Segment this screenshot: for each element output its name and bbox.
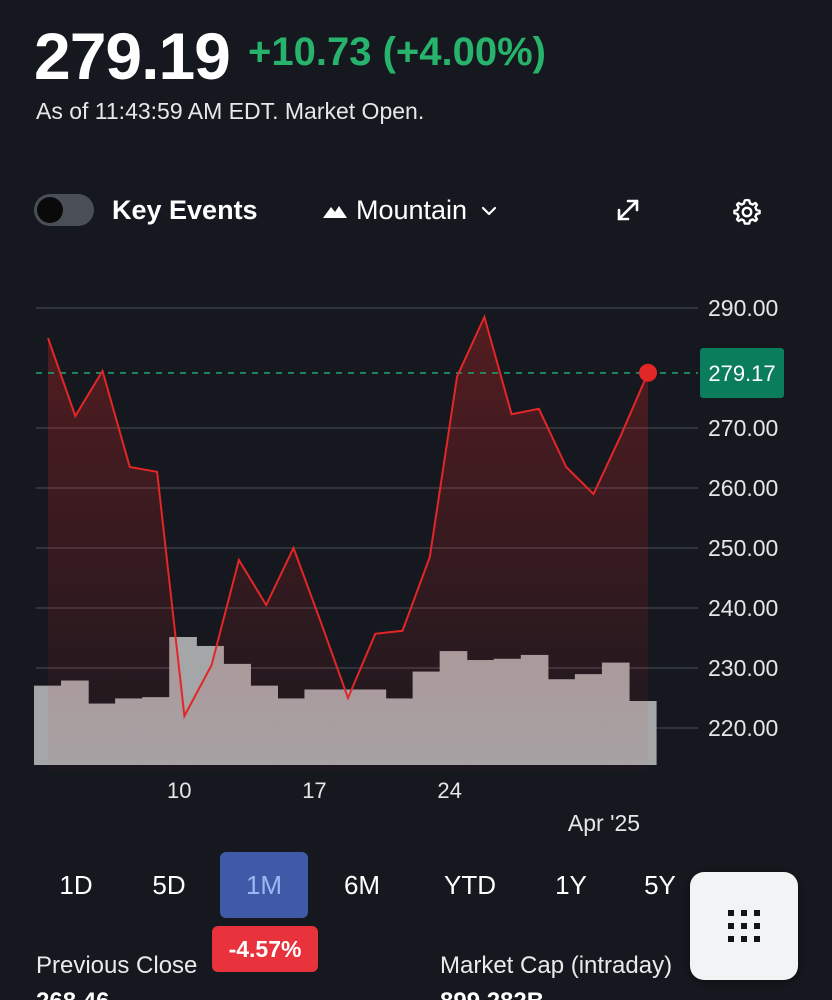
range-tab-ytd[interactable]: YTD xyxy=(430,852,510,918)
quick-actions-button[interactable] xyxy=(690,872,798,980)
y-tick-label: 240.00 xyxy=(708,595,778,621)
price-change: +10.73 (+4.00%) xyxy=(248,30,546,74)
y-tick-label: 260.00 xyxy=(708,475,778,501)
grid-dots-icon xyxy=(728,910,760,942)
expand-icon[interactable] xyxy=(614,196,642,224)
price-chart[interactable]: 290.00 270.00 260.00 250.00 240.00 230.00 220.… xyxy=(0,290,832,840)
x-axis-labels: 10 17 24 Apr '25 xyxy=(167,778,640,836)
key-events-label: Key Events xyxy=(112,195,258,225)
range-tab-5y[interactable]: 5Y xyxy=(630,852,690,918)
x-sub-label: Apr '25 xyxy=(568,810,640,836)
chart-type-label: Mountain xyxy=(356,195,468,225)
y-tick-label: 230.00 xyxy=(708,655,778,681)
key-events-toggle[interactable] xyxy=(34,194,94,226)
range-tab-5d[interactable]: 5D xyxy=(139,852,199,918)
chart-type-dropdown[interactable]: Mountain xyxy=(322,195,505,226)
y-tick-label: 250.00 xyxy=(708,535,778,561)
y-tick-label: 290.00 xyxy=(708,295,778,321)
quote-screen: 279.19 +10.73 (+4.00%) As of 11:43:59 AM… xyxy=(0,0,832,1000)
y-tick-label: 220.00 xyxy=(708,715,778,741)
toggle-knob xyxy=(37,197,63,223)
x-tick-label: 24 xyxy=(437,778,461,803)
quote-timestamp: As of 11:43:59 AM EDT. Market Open. xyxy=(36,98,425,124)
market-cap-label: Market Cap (intraday) xyxy=(440,952,673,979)
range-change-badge: -4.57% xyxy=(212,926,318,972)
previous-close-value: 268.46 xyxy=(36,988,109,1000)
range-tab-1m[interactable]: 1M xyxy=(220,852,308,918)
current-price-label: 279.17 xyxy=(700,347,784,398)
last-price-marker xyxy=(639,363,657,382)
chart-toolbar: Key Events Mountain xyxy=(0,186,832,236)
x-tick-label: 17 xyxy=(302,778,326,803)
current-price: 279.19 xyxy=(34,19,231,93)
previous-close-label: Previous Close xyxy=(36,952,198,979)
range-tab-1d[interactable]: 1D xyxy=(46,852,106,918)
market-cap-value: 899.282B xyxy=(440,988,544,1000)
y-tick-label: 270.00 xyxy=(708,415,778,441)
price-area-fill xyxy=(48,317,648,770)
chevron-down-icon xyxy=(481,206,497,215)
gear-icon[interactable] xyxy=(732,197,762,227)
mountain-icon xyxy=(323,205,347,218)
current-price-label-text: 279.17 xyxy=(708,361,775,386)
x-tick-label: 10 xyxy=(167,778,191,803)
range-tab-6m[interactable]: 6M xyxy=(332,852,392,918)
range-tab-1y[interactable]: 1Y xyxy=(541,852,601,918)
